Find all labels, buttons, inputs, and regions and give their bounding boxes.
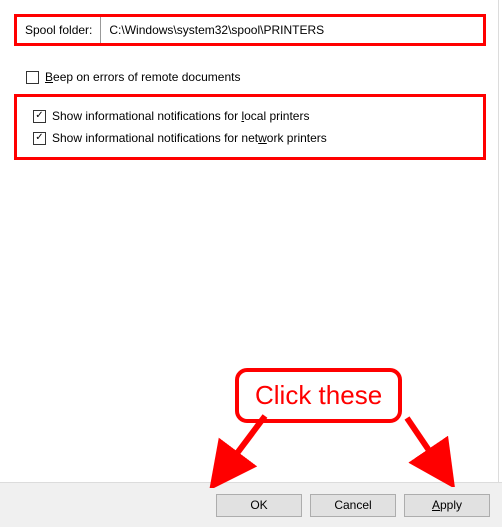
spool-folder-input[interactable] — [100, 17, 483, 43]
local-checkbox-row[interactable]: Show informational notifications for loc… — [21, 105, 479, 127]
beep-label: Beep on errors of remote documents — [45, 70, 240, 84]
network-label: Show informational notifications for net… — [52, 131, 327, 145]
beep-checkbox[interactable] — [26, 71, 39, 84]
apply-button[interactable]: Apply — [404, 494, 490, 517]
ok-button[interactable]: OK — [216, 494, 302, 517]
cancel-button[interactable]: Cancel — [310, 494, 396, 517]
local-checkbox[interactable] — [33, 110, 46, 123]
dialog-button-bar: OK Cancel Apply — [0, 482, 502, 527]
beep-checkbox-row[interactable]: Beep on errors of remote documents — [14, 66, 484, 88]
network-checkbox-row[interactable]: Show informational notifications for net… — [21, 127, 479, 149]
local-label: Show informational notifications for loc… — [52, 109, 309, 123]
spool-folder-label: Spool folder: — [17, 17, 100, 43]
spool-folder-row: Spool folder: — [14, 14, 486, 46]
network-checkbox[interactable] — [33, 132, 46, 145]
notifications-highlight-box: Show informational notifications for loc… — [14, 94, 486, 160]
annotation-callout: Click these — [235, 368, 402, 423]
